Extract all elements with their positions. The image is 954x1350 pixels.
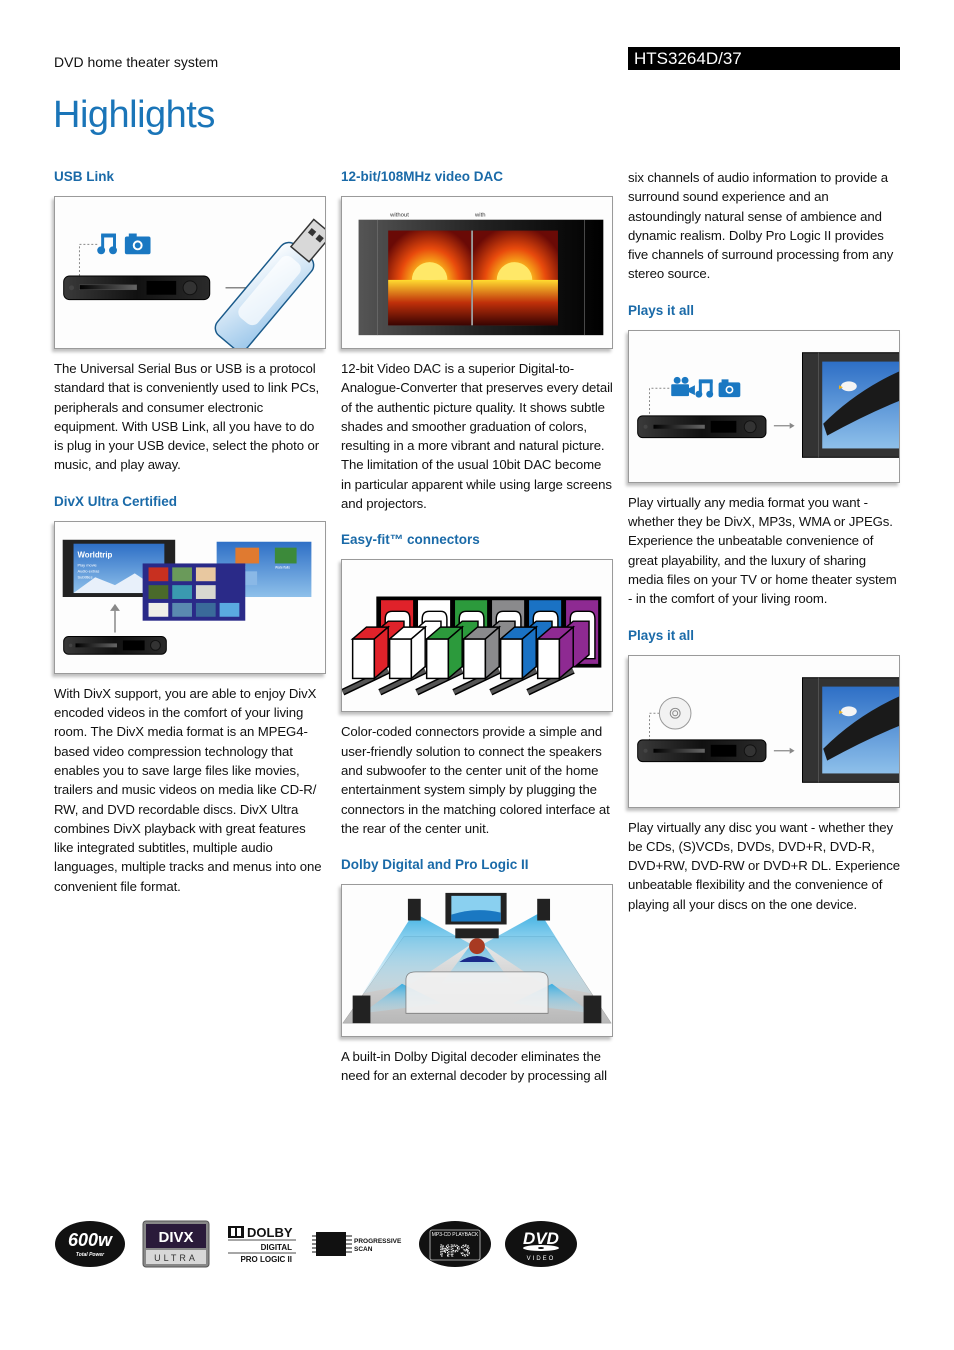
sofa — [405, 971, 549, 1014]
logo-divx-ultra: DIVX ULTRA — [142, 1220, 210, 1268]
tv-icon — [445, 893, 507, 925]
video-camera-icon — [671, 376, 695, 396]
section-body: The Universal Serial Bus or USB is a pro… — [54, 361, 320, 473]
section-body: A built-in Dolby Digital decoder elimina… — [341, 1049, 607, 1084]
power-caption: Total Power — [76, 1252, 105, 1258]
section-dolby: Dolby Digital and Pro Logic II A built-i… — [341, 856, 613, 1086]
front-right-speaker — [537, 898, 551, 921]
tv-with-eagle — [801, 676, 899, 783]
section-title: Dolby Digital and Pro Logic II — [341, 857, 529, 873]
mp3-text: MP3 — [440, 1243, 471, 1262]
logo-600w-power: 600w Total Power — [54, 1220, 126, 1268]
rear-right-speaker — [583, 995, 602, 1024]
product-category: DVD home theater system — [54, 54, 219, 70]
usb-stick-icon — [214, 218, 325, 348]
section-body: 12-bit Video DAC is a superior Digital-t… — [341, 361, 613, 512]
sunset-comparison-illustration: without with — [341, 196, 613, 349]
progressive-line1: PROGRESSIVE — [354, 1238, 402, 1245]
power-value: 600w — [68, 1230, 113, 1250]
column-2: 12-bit/108MHz video DAC without with 12-… — [341, 168, 613, 1104]
section-title: DivX Ultra Certified — [54, 493, 178, 509]
model-number: HTS3264D/37 — [628, 47, 900, 70]
logo-dvd-video: DVD VIDEO — [504, 1220, 578, 1268]
section-body: With DivX support, you are able to enjoy… — [54, 685, 322, 894]
camera-icon — [124, 233, 151, 255]
disc-icon — [658, 696, 692, 730]
color-coded-connectors-illustration — [341, 559, 613, 713]
section-title: Easy-fit™ connectors — [341, 532, 480, 548]
connectors-graphic — [342, 596, 602, 696]
section-usb-link: USB Link The Universal Serial Bus or USB… — [54, 168, 326, 475]
thumb-label: Waterfalls — [275, 565, 290, 569]
section-title: Plays it all — [628, 627, 695, 643]
usb-link-graphic — [63, 218, 325, 348]
section-body: Play virtually any media format you want… — [628, 494, 897, 607]
page-title: Highlights — [53, 94, 215, 136]
dvd-player-device — [63, 635, 167, 655]
section-title: Plays it all — [628, 302, 695, 318]
media-to-tv-illustration — [628, 329, 900, 483]
column-1: USB Link The Universal Serial Bus or USB… — [54, 168, 326, 914]
section-video-dac: 12-bit/108MHz video DAC without with 12-… — [341, 168, 613, 513]
up-arrow-icon — [110, 603, 120, 633]
dvd-player-device — [637, 415, 767, 438]
divx-menu-illustration: Worldtrip Play movie Audio extras Subtit… — [54, 520, 326, 674]
music-note-icon — [97, 233, 117, 255]
camera-icon — [718, 379, 741, 397]
surround-room-illustration — [341, 884, 613, 1038]
eagle-head — [840, 381, 857, 391]
arrow-icon — [773, 747, 795, 754]
dac-graphic: without with — [358, 213, 604, 336]
plays-disc-graphic — [637, 676, 899, 783]
dolby-brand: DOLBY — [247, 1225, 293, 1240]
dvd-player-device — [637, 738, 767, 762]
section-body: Color-coded connectors provide a simple … — [341, 724, 610, 836]
logo-progressive-scan: PROGRESSIVE SCAN — [310, 1220, 410, 1268]
logo-dolby: DOLBY DIGITAL PRO LOGIC II — [226, 1220, 300, 1268]
section-title: 12-bit/108MHz video DAC — [341, 169, 504, 184]
music-note-icon — [695, 379, 714, 398]
dotted-connector-line — [78, 243, 98, 276]
dolby-line2: PRO LOGIC II — [240, 1255, 292, 1264]
section-plays-it-all-disc: Plays it all Play virtually any disc you… — [628, 627, 900, 914]
sunset-with — [473, 230, 558, 326]
disc-to-tv-illustration — [628, 654, 900, 808]
logo-mp3-cd: MP3-CD PLAYBACK MP3 — [418, 1220, 492, 1268]
label-with: with — [474, 213, 486, 219]
front-left-speaker — [407, 898, 421, 921]
section-easy-fit: Easy-fit™ connectors Color-coded connect… — [341, 531, 613, 838]
feature-logos: 600w Total Power DIVX ULTRA DOLBY DIGITA… — [54, 1220, 594, 1270]
usb-link-illustration — [54, 196, 326, 349]
divx-graphic: Worldtrip Play movie Audio extras Subtit… — [62, 539, 312, 655]
section-body: Play virtually any disc you want - wheth… — [628, 819, 900, 912]
dolby-body-continued: six channels of audio information to pro… — [628, 170, 894, 282]
eagle-head — [840, 705, 857, 716]
plays-media-graphic — [637, 352, 899, 458]
arrow-icon — [773, 422, 795, 429]
dolby-line1: DIGITAL — [261, 1243, 293, 1252]
photo-grid-screen — [142, 563, 246, 621]
section-title: USB Link — [54, 169, 115, 184]
section-divx: DivX Ultra Certified Worldtrip Play movi… — [54, 493, 326, 896]
tv-with-eagle — [801, 352, 899, 458]
menu-title: Worldtrip — [77, 550, 112, 559]
column-3: six channels of audio information to pro… — [628, 168, 900, 932]
divx-text: DIVX — [158, 1229, 193, 1246]
progressive-line2: SCAN — [354, 1246, 373, 1253]
menu-item: Subtitles — [77, 574, 92, 579]
center-speaker — [455, 928, 499, 939]
rear-left-speaker — [352, 995, 371, 1024]
menu-item: Play movie — [77, 562, 97, 567]
section-plays-it-all-media: Plays it all Play virtually any media fo… — [628, 302, 900, 609]
label-without: without — [389, 213, 409, 219]
menu-item: Audio extras — [77, 568, 99, 573]
dvd-player-device — [63, 275, 211, 301]
sunset-without — [388, 230, 472, 326]
ultra-text: ULTRA — [154, 1253, 198, 1263]
dolby-graphic — [342, 893, 612, 1024]
mp3-caption: MP3-CD PLAYBACK — [432, 1232, 479, 1238]
dvd-caption: VIDEO — [527, 1256, 556, 1262]
